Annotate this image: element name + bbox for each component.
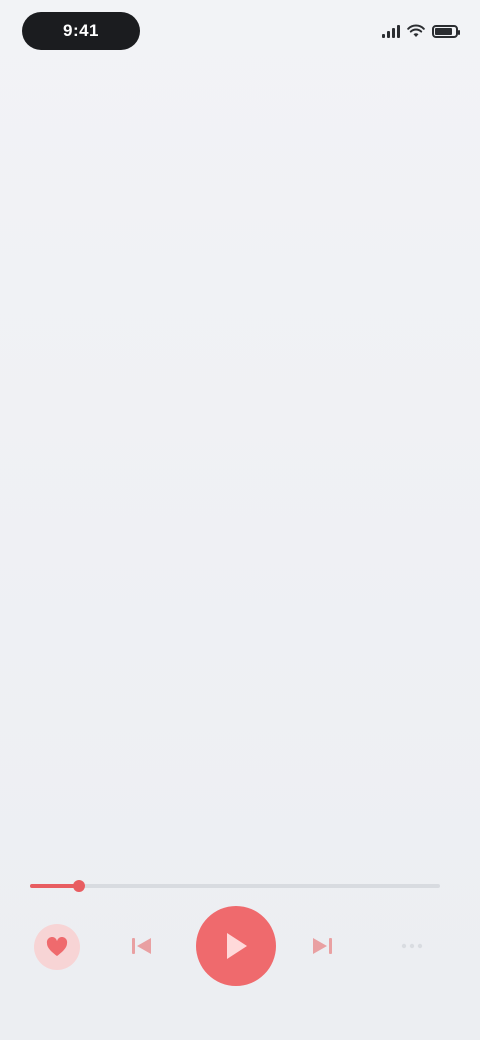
battery-level	[435, 27, 452, 35]
status-time: 9:41	[22, 12, 140, 50]
status-icons	[382, 24, 460, 38]
play-button[interactable]	[196, 906, 276, 986]
signal-icon	[382, 24, 400, 38]
progress-bar[interactable]	[30, 880, 440, 892]
skip-next-icon	[313, 938, 332, 954]
status-bar: 9:41	[22, 12, 460, 50]
previous-button[interactable]	[122, 926, 162, 966]
skip-previous-icon	[132, 938, 151, 954]
playback-controls	[0, 896, 480, 992]
like-button[interactable]	[34, 924, 80, 970]
play-icon	[227, 933, 247, 959]
lyrics-text	[34, 112, 446, 852]
lyrics-screen: 9:41	[0, 0, 480, 1040]
next-button[interactable]	[302, 926, 342, 966]
more-button[interactable]	[392, 926, 432, 966]
wifi-icon	[407, 24, 425, 37]
battery-icon	[432, 24, 460, 38]
progress-fill	[30, 884, 80, 888]
heart-icon	[46, 937, 68, 956]
more-icon	[401, 943, 423, 949]
progress-thumb[interactable]	[73, 880, 86, 892]
